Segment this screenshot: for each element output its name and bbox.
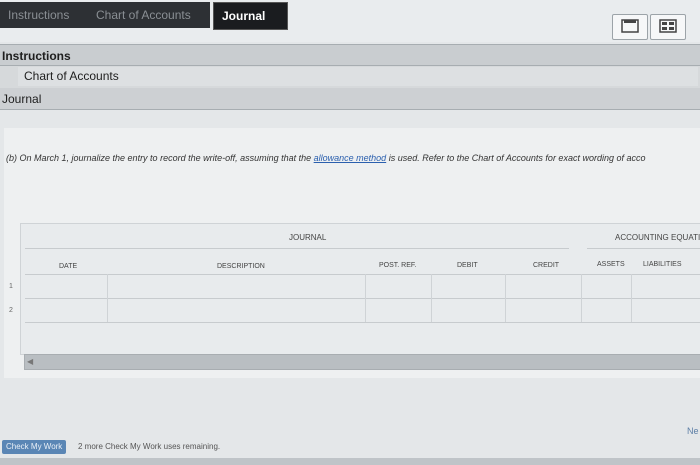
description-input-row-1[interactable] <box>109 276 363 296</box>
col-description: DESCRIPTION <box>217 263 265 270</box>
description-input-row-2[interactable] <box>109 300 363 320</box>
col-debit: DEBIT <box>457 262 478 269</box>
nav-chart-of-accounts[interactable]: Chart of Accounts <box>0 66 700 89</box>
remaining-uses-text: 2 more Check My Work uses remaining. <box>78 442 221 451</box>
horizontal-scrollbar[interactable]: ◀ <box>24 354 700 370</box>
tab-journal[interactable]: Journal <box>213 2 288 30</box>
check-my-work-button[interactable]: Check My Work <box>2 440 67 454</box>
col-divider <box>431 274 432 322</box>
split-pane-view-button[interactable] <box>650 14 686 40</box>
row-number: 2 <box>9 307 13 314</box>
journal-title-underline <box>25 248 569 249</box>
journal-title: JOURNAL <box>289 233 327 242</box>
tab-instructions-label: Instructions <box>8 8 70 22</box>
nav-instructions-label: Instructions <box>2 49 71 63</box>
nav-instructions[interactable]: Instructions <box>0 44 700 66</box>
date-input-row-2[interactable] <box>27 300 105 320</box>
row-divider <box>25 322 700 323</box>
allowance-method-link[interactable]: allowance method <box>314 153 387 163</box>
tab-instructions[interactable]: Instructions <box>0 2 88 28</box>
single-pane-icon <box>621 19 639 33</box>
top-tab-bar: Instructions Chart of Accounts Journal <box>0 0 700 42</box>
accounting-equation-title: ACCOUNTING EQUATI <box>615 233 700 242</box>
col-liabilities: LIABILITIES <box>643 261 682 268</box>
col-post-ref: POST. REF. <box>379 262 417 269</box>
header-divider <box>25 274 700 275</box>
col-assets: ASSETS <box>597 261 625 268</box>
equation-title-underline <box>587 248 700 249</box>
question-text: (b) On March 1, journalize the entry to … <box>6 153 645 163</box>
col-divider <box>365 274 366 322</box>
col-credit: CREDIT <box>533 262 560 269</box>
nav-journal-label: Journal <box>2 92 42 106</box>
tab-chart-of-accounts[interactable]: Chart of Accounts <box>88 2 210 28</box>
row-divider <box>25 298 700 299</box>
date-input-row-1[interactable] <box>27 276 105 296</box>
split-pane-icon <box>659 19 677 33</box>
col-date: DATE <box>59 263 78 270</box>
question-suffix: is used. Refer to the Chart of Accounts … <box>386 153 646 163</box>
col-divider <box>107 274 108 322</box>
question-prefix: (b) On March 1, journalize the entry to … <box>6 153 314 163</box>
scroll-left-icon[interactable]: ◀ <box>27 357 33 366</box>
bottom-bar <box>0 458 700 465</box>
journal-panel: (b) On March 1, journalize the entry to … <box>4 128 700 378</box>
nav-journal[interactable]: Journal <box>0 88 700 110</box>
tab-chart-label: Chart of Accounts <box>96 8 191 22</box>
col-divider <box>505 274 506 322</box>
next-link[interactable]: Ne <box>687 426 699 436</box>
tab-journal-label: Journal <box>222 9 266 23</box>
journal-table: JOURNAL ACCOUNTING EQUATI DATE DESCRIPTI… <box>9 223 700 355</box>
col-divider <box>631 274 632 322</box>
nav-chart-label: Chart of Accounts <box>18 67 698 86</box>
col-divider <box>581 274 582 322</box>
row-number: 1 <box>9 283 13 290</box>
single-pane-view-button[interactable] <box>612 14 648 40</box>
